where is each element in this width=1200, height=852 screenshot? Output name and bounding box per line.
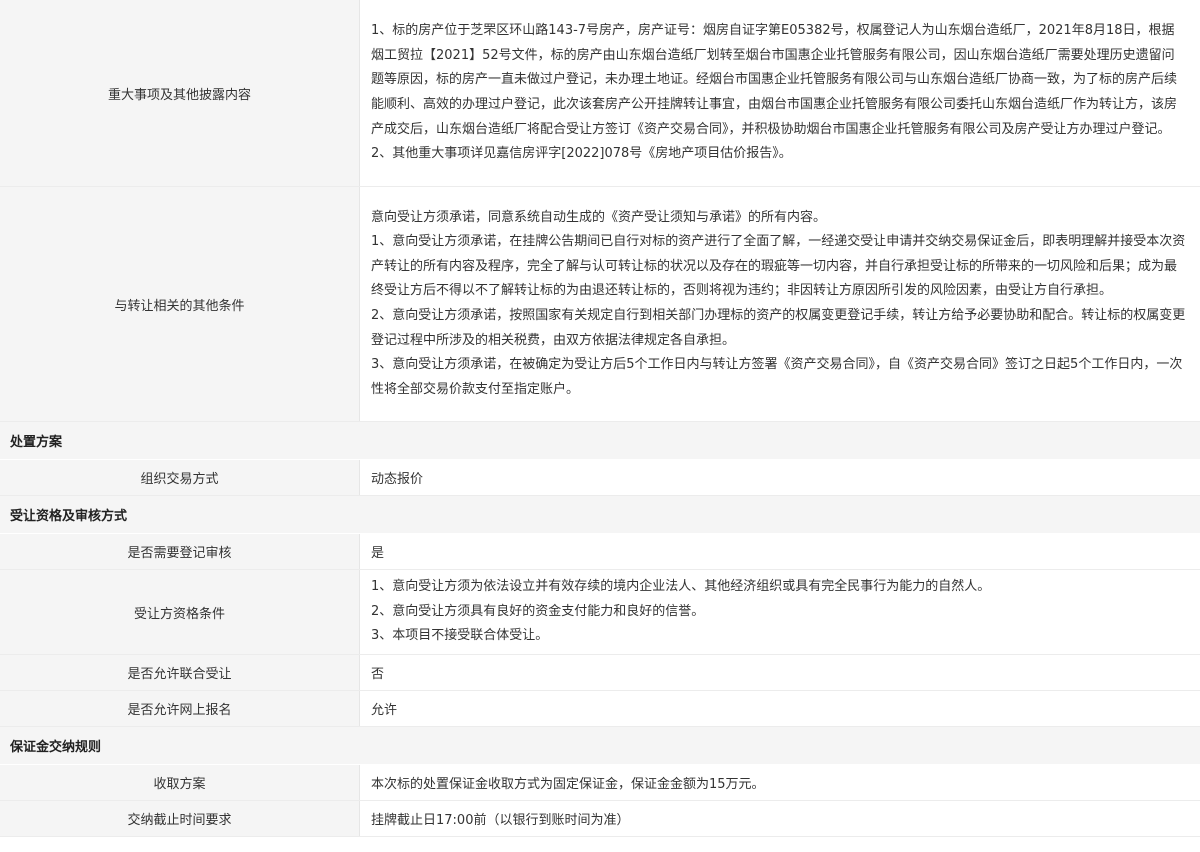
major-matters-paragraph: 2、其他重大事项详见嘉信房评字[2022]078号《房地产项目估价报告》。 bbox=[371, 146, 792, 162]
major-matters-row: 重大事项及其他披露内容 1、标的房产位于芝罘区环山路143-7号房产，房产证号：… bbox=[0, 0, 1200, 187]
joint-transfer-row: 是否允许联合受让 否 bbox=[0, 654, 1200, 691]
deposit-plan-row: 收取方案 本次标的处置保证金收取方式为固定保证金，保证金金额为15万元。 bbox=[0, 764, 1200, 801]
other-conditions-paragraph: 2、意向受让方须承诺，按照国家有关规定自行到相关部门办理标的资产的权属变更登记手… bbox=[371, 308, 1186, 348]
section-title-qualification: 受让资格及审核方式 bbox=[0, 495, 1200, 534]
other-conditions-row: 与转让相关的其他条件 意向受让方须承诺，同意系统自动生成的《资产受让须知与承诺》… bbox=[0, 186, 1200, 422]
deposit-deadline-label: 交纳截止时间要求 bbox=[0, 800, 360, 837]
other-conditions-value: 意向受让方须承诺，同意系统自动生成的《资产受让须知与承诺》的所有内容。 1、意向… bbox=[359, 186, 1200, 422]
section-title-disposal-plan: 处置方案 bbox=[0, 421, 1200, 460]
online-registration-label: 是否允许网上报名 bbox=[0, 690, 360, 727]
online-registration-row: 是否允许网上报名 允许 bbox=[0, 690, 1200, 727]
qualification-paragraph: 2、意向受让方须具有良好的资金支付能力和良好的信誉。 bbox=[371, 603, 705, 619]
qualification-paragraph: 1、意向受让方须为依法设立并有效存续的境内企业法人、其他经济组织或具有完全民事行… bbox=[371, 579, 991, 595]
other-conditions-label: 与转让相关的其他条件 bbox=[0, 186, 360, 422]
deposit-plan-label: 收取方案 bbox=[0, 764, 360, 801]
qualification-paragraph: 3、本项目不接受联合体受让。 bbox=[371, 628, 549, 644]
section-header-row: 处置方案 bbox=[0, 421, 1200, 460]
joint-transfer-value: 否 bbox=[359, 654, 1200, 691]
listing-details-table: 重大事项及其他披露内容 1、标的房产位于芝罘区环山路143-7号房产，房产证号：… bbox=[0, 0, 1200, 837]
qualification-conditions-value: 1、意向受让方须为依法设立并有效存续的境内企业法人、其他经济组织或具有完全民事行… bbox=[359, 569, 1200, 655]
trade-method-row: 组织交易方式 动态报价 bbox=[0, 459, 1200, 496]
trade-method-label: 组织交易方式 bbox=[0, 459, 360, 496]
deposit-plan-value: 本次标的处置保证金收取方式为固定保证金，保证金金额为15万元。 bbox=[359, 764, 1200, 801]
trade-method-value: 动态报价 bbox=[359, 459, 1200, 496]
joint-transfer-label: 是否允许联合受让 bbox=[0, 654, 360, 691]
registration-review-value: 是 bbox=[359, 533, 1200, 570]
deposit-deadline-value: 挂牌截止日17:00前（以银行到账时间为准） bbox=[359, 800, 1200, 837]
deposit-deadline-row: 交纳截止时间要求 挂牌截止日17:00前（以银行到账时间为准） bbox=[0, 800, 1200, 837]
qualification-conditions-label: 受让方资格条件 bbox=[0, 569, 360, 655]
major-matters-label: 重大事项及其他披露内容 bbox=[0, 0, 360, 187]
section-title-deposit-rules: 保证金交纳规则 bbox=[0, 726, 1200, 765]
registration-review-label: 是否需要登记审核 bbox=[0, 533, 360, 570]
section-header-row: 保证金交纳规则 bbox=[0, 726, 1200, 765]
major-matters-value: 1、标的房产位于芝罘区环山路143-7号房产，房产证号：烟房自证字第E05382… bbox=[359, 0, 1200, 187]
major-matters-paragraph: 1、标的房产位于芝罘区环山路143-7号房产，房产证号：烟房自证字第E05382… bbox=[371, 23, 1178, 137]
qualification-conditions-row: 受让方资格条件 1、意向受让方须为依法设立并有效存续的境内企业法人、其他经济组织… bbox=[0, 569, 1200, 655]
other-conditions-paragraph: 3、意向受让方须承诺，在被确定为受让方后5个工作日内与转让方签署《资产交易合同》… bbox=[371, 357, 1183, 397]
other-conditions-paragraph: 1、意向受让方须承诺，在挂牌公告期间已自行对标的资产进行了全面了解，一经递交受让… bbox=[371, 234, 1186, 299]
other-conditions-paragraph: 意向受让方须承诺，同意系统自动生成的《资产受让须知与承诺》的所有内容。 bbox=[371, 209, 827, 225]
section-header-row: 受让资格及审核方式 bbox=[0, 495, 1200, 534]
registration-review-row: 是否需要登记审核 是 bbox=[0, 533, 1200, 570]
online-registration-value: 允许 bbox=[359, 690, 1200, 727]
